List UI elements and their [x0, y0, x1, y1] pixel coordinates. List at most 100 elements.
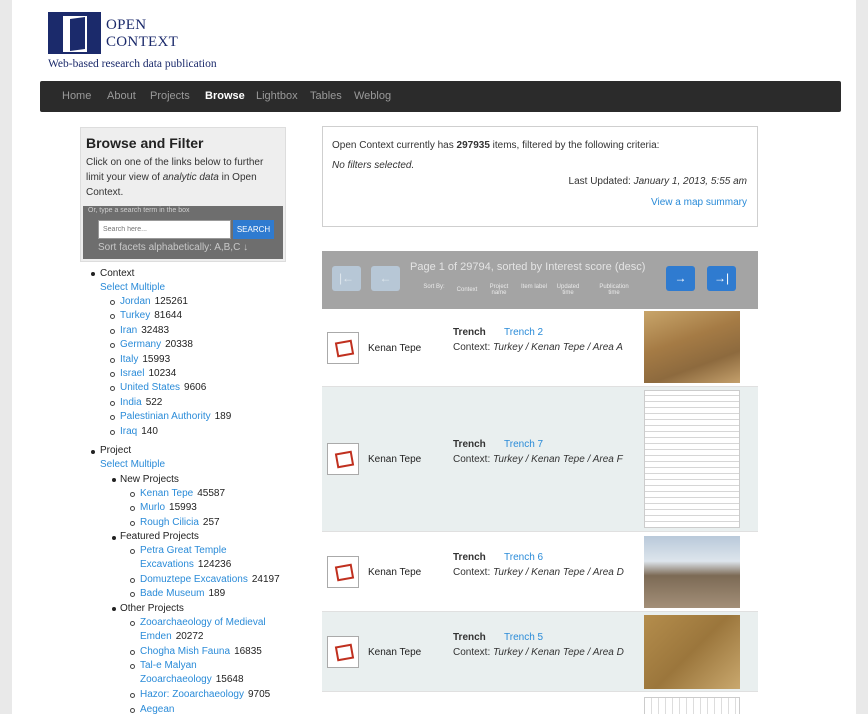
sort-facets-link[interactable]: A,B,C ↓ — [214, 242, 248, 253]
facet-link[interactable]: Zooarchaeology — [140, 674, 212, 685]
sort-item-label[interactable]: Item label — [520, 284, 548, 290]
bullet-icon — [110, 386, 115, 392]
result-thumbnail[interactable] — [644, 536, 740, 608]
facet-link[interactable]: Iraq — [120, 426, 137, 437]
facet-link[interactable]: Tal-e Malyan — [140, 660, 197, 671]
result-category: Trench — [453, 552, 486, 563]
facet-link[interactable]: Israel — [120, 368, 144, 379]
result-context: Context: Turkey / Kenan Tepe / Area A — [453, 342, 623, 353]
facet-link[interactable]: Excavations — [140, 559, 194, 570]
context-select-multiple[interactable]: Select Multiple — [100, 282, 165, 293]
new-projects-label: New Projects — [120, 474, 179, 485]
facet-link[interactable]: Murlo — [140, 502, 165, 513]
nav-tables[interactable]: Tables — [310, 90, 342, 102]
result-row[interactable]: Kenan Tepe Trench Trench 5 Context: Turk… — [322, 612, 758, 692]
other-projects-label: Other Projects — [120, 603, 184, 614]
map-summary-link[interactable]: View a map summary — [651, 197, 747, 208]
nav-about[interactable]: About — [107, 90, 136, 102]
bullet-icon — [130, 520, 135, 526]
result-label-link[interactable]: Trench 6 — [504, 552, 543, 563]
facet-link[interactable]: Italy — [120, 354, 138, 365]
facet-link[interactable]: Aegean — [140, 704, 174, 714]
bullet-icon — [110, 400, 115, 406]
prev-page-button[interactable]: ← — [371, 266, 400, 291]
bullet-icon — [110, 357, 115, 363]
facet-item: Jordan 125261 — [120, 295, 188, 309]
result-context: Context: Turkey / Kenan Tepe / Area D — [453, 567, 624, 578]
result-thumbnail[interactable] — [644, 311, 740, 383]
item-count-text: Open Context currently has 297935 items,… — [332, 140, 660, 151]
result-category: Trench — [453, 439, 486, 450]
result-thumbnail[interactable] — [644, 697, 740, 714]
facet-link[interactable]: Jordan — [120, 296, 151, 307]
facet-link[interactable]: Rough Cilicia — [140, 517, 199, 528]
facet-item-cont: Excavations 124236 — [140, 558, 231, 572]
facet-link[interactable]: Hazor: Zooarchaeology — [140, 689, 244, 700]
facet-link[interactable]: Domuztepe Excavations — [140, 574, 248, 585]
bullet-icon — [110, 328, 115, 334]
facet-link[interactable]: Iran — [120, 325, 137, 336]
bullet-icon — [130, 664, 135, 670]
result-row[interactable] — [322, 692, 758, 714]
result-row[interactable]: Kenan Tepe Trench Trench 6 Context: Turk… — [322, 532, 758, 612]
facet-link[interactable]: Kenan Tepe — [140, 488, 193, 499]
facet-link[interactable]: Chogha Mish Fauna — [140, 646, 230, 657]
facet-link[interactable]: Zooarchaeology of Medieval — [140, 617, 266, 628]
sort-updated-time[interactable]: Updated time — [554, 284, 582, 296]
facet-item: Rough Cilicia 257 — [140, 516, 220, 530]
sort-context[interactable]: Context — [453, 287, 481, 293]
facet-item: Kenan Tepe 45587 — [140, 487, 225, 501]
status-info-box: Open Context currently has 297935 items,… — [322, 126, 758, 227]
facet-count: 189 — [208, 588, 226, 600]
nav-lightbox[interactable]: Lightbox — [256, 90, 298, 102]
main-navbar: Home About Projects Browse Lightbox Tabl… — [40, 81, 841, 112]
result-label-link[interactable]: Trench 2 — [504, 327, 543, 338]
result-label-link[interactable]: Trench 5 — [504, 632, 543, 643]
facet-count: 16835 — [234, 646, 262, 657]
facet-item: Israel 10234 — [120, 367, 176, 381]
result-row[interactable]: Kenan Tepe Trench Trench 2 Context: Turk… — [322, 309, 758, 387]
facet-link[interactable]: Palestinian Authority — [120, 411, 211, 422]
bullet-icon — [112, 536, 116, 540]
facet-link[interactable]: United States — [120, 382, 180, 393]
facet-link[interactable]: Emden — [140, 631, 172, 642]
facet-item: Zooarchaeology of Medieval — [140, 616, 266, 630]
first-page-button[interactable]: |← — [332, 266, 361, 291]
result-row[interactable]: Kenan Tepe Trench Trench 7 Context: Turk… — [322, 387, 758, 532]
facet-link[interactable]: Germany — [120, 339, 161, 350]
door-logo-icon — [48, 12, 101, 54]
result-thumbnail[interactable] — [644, 615, 740, 689]
search-button[interactable]: SEARCH — [233, 220, 274, 239]
bullet-icon — [130, 650, 135, 655]
logo-line-1: OPEN — [106, 17, 147, 33]
facet-item: Murlo 15993 — [140, 501, 197, 515]
facet-context-label: Context — [100, 268, 135, 279]
facet-item: Palestinian Authority 189 — [120, 410, 231, 424]
facet-link[interactable]: India — [120, 397, 142, 408]
facet-item-cont: Zooarchaeology 15648 — [140, 673, 244, 687]
facet-count: 140 — [141, 425, 158, 437]
facet-link[interactable]: Bade Museum — [140, 588, 204, 599]
next-page-button[interactable]: → — [666, 266, 695, 291]
facet-link[interactable]: Turkey — [120, 310, 150, 321]
facet-count: 20272 — [175, 631, 204, 642]
nav-weblog[interactable]: Weblog — [354, 90, 391, 102]
nav-home[interactable]: Home — [62, 90, 91, 102]
nav-browse[interactable]: Browse — [205, 90, 245, 102]
browse-filter-title: Browse and Filter — [86, 135, 204, 151]
project-select-multiple[interactable]: Select Multiple — [100, 459, 165, 470]
facet-item: Bade Museum 189 — [140, 587, 225, 601]
search-input[interactable] — [98, 220, 231, 239]
facet-count: 20338 — [165, 339, 193, 351]
sort-project-name[interactable]: Project name — [485, 284, 513, 296]
facet-count: 9606 — [184, 382, 207, 394]
last-page-button[interactable]: →| — [707, 266, 736, 291]
nav-projects[interactable]: Projects — [150, 90, 190, 102]
bullet-icon — [110, 343, 115, 349]
sort-publication-time[interactable]: Publication time — [594, 284, 634, 296]
result-label-link[interactable]: Trench 7 — [504, 439, 543, 450]
facet-count: 522 — [145, 396, 163, 408]
facet-link[interactable]: Petra Great Temple — [140, 545, 227, 556]
search-hint: Or, type a search term in the box — [88, 207, 190, 214]
result-thumbnail[interactable] — [644, 390, 740, 528]
